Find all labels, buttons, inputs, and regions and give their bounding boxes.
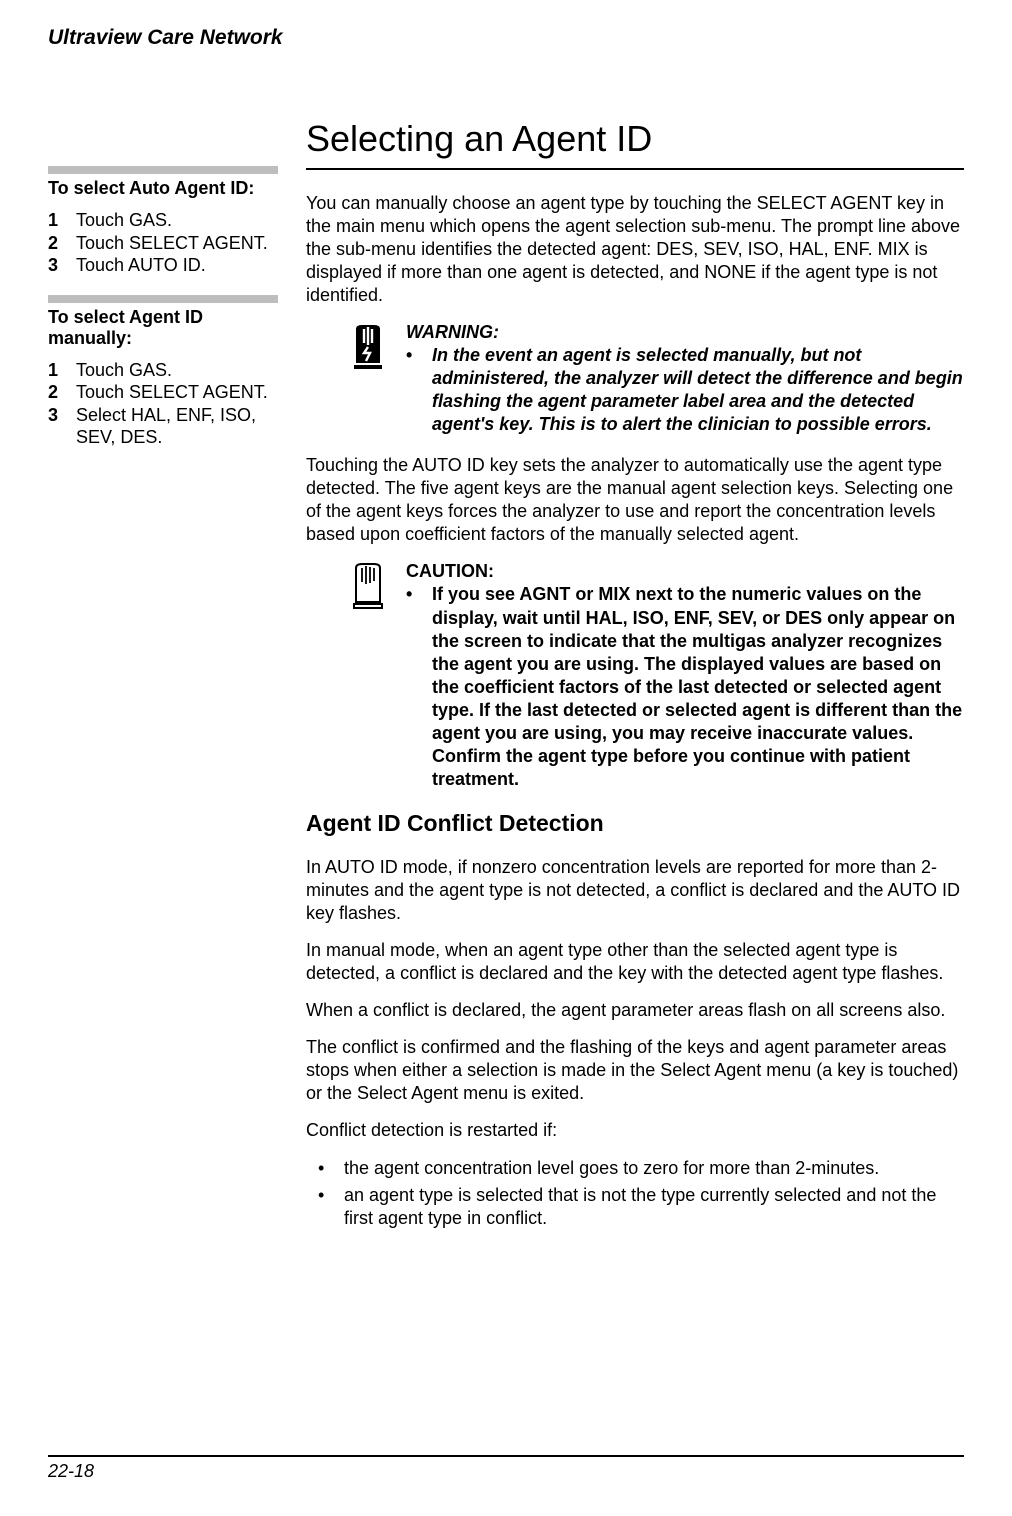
bullet-icon: • bbox=[406, 344, 432, 436]
heading-rule bbox=[306, 168, 964, 170]
sidebar-rule bbox=[48, 295, 278, 303]
sidebar-steps: 1Touch GAS. 2Touch SELECT AGENT. 3Touch … bbox=[48, 209, 278, 277]
list-item: 2Touch SELECT AGENT. bbox=[48, 232, 278, 255]
paragraph: You can manually choose an agent type by… bbox=[306, 192, 964, 307]
step-number: 2 bbox=[48, 381, 76, 404]
step-number: 3 bbox=[48, 254, 76, 277]
paragraph: In manual mode, when an agent type other… bbox=[306, 939, 964, 985]
bullet-text: an agent type is selected that is not th… bbox=[344, 1184, 964, 1230]
caution-callout: CAUTION: • If you see AGNT or MIX next t… bbox=[306, 560, 964, 790]
paragraph: When a conflict is declared, the agent p… bbox=[306, 999, 964, 1022]
warning-text: In the event an agent is selected manual… bbox=[432, 344, 964, 436]
step-number: 3 bbox=[48, 404, 76, 449]
list-item: • an agent type is selected that is not … bbox=[306, 1184, 964, 1230]
sidebar-steps: 1Touch GAS. 2Touch SELECT AGENT. 3Select… bbox=[48, 359, 278, 449]
list-item: 1Touch GAS. bbox=[48, 209, 278, 232]
bullet-icon: • bbox=[318, 1184, 344, 1230]
step-text: Touch GAS. bbox=[76, 359, 278, 382]
step-number: 1 bbox=[48, 359, 76, 382]
step-number: 2 bbox=[48, 232, 76, 255]
paragraph: The conflict is confirmed and the flashi… bbox=[306, 1036, 964, 1105]
paragraph: Conflict detection is restarted if: bbox=[306, 1119, 964, 1142]
warning-callout: WARNING: • In the event an agent is sele… bbox=[306, 321, 964, 436]
step-text: Touch SELECT AGENT. bbox=[76, 381, 278, 404]
step-number: 1 bbox=[48, 209, 76, 232]
footer-rule bbox=[48, 1455, 964, 1457]
sidebar-title: To select Auto Agent ID: bbox=[48, 178, 278, 199]
subsection-heading: Agent ID Conflict Detection bbox=[306, 809, 964, 838]
bullet-icon: • bbox=[406, 583, 432, 790]
section-heading: Selecting an Agent ID bbox=[306, 118, 964, 160]
bullet-icon: • bbox=[318, 1157, 344, 1180]
page-number: 22-18 bbox=[48, 1461, 964, 1482]
list-item: 2Touch SELECT AGENT. bbox=[48, 381, 278, 404]
step-text: Select HAL, ENF, ISO, SEV, DES. bbox=[76, 404, 278, 449]
sidebar-block-auto: To select Auto Agent ID: 1Touch GAS. 2To… bbox=[48, 166, 278, 277]
bullet-text: the agent concentration level goes to ze… bbox=[344, 1157, 879, 1180]
sidebar-title: To select Agent ID manually: bbox=[48, 307, 278, 349]
bullet-list: • the agent concentration level goes to … bbox=[306, 1157, 964, 1230]
list-item: • the agent concentration level goes to … bbox=[306, 1157, 964, 1180]
caution-icon bbox=[348, 560, 388, 790]
step-text: Touch SELECT AGENT. bbox=[76, 232, 278, 255]
step-text: Touch AUTO ID. bbox=[76, 254, 278, 277]
sidebar-rule bbox=[48, 166, 278, 174]
page-footer: 22-18 bbox=[48, 1455, 964, 1482]
list-item: 3Select HAL, ENF, ISO, SEV, DES. bbox=[48, 404, 278, 449]
paragraph: Touching the AUTO ID key sets the analyz… bbox=[306, 454, 964, 546]
warning-label: WARNING: bbox=[406, 321, 964, 344]
running-header: Ultraview Care Network bbox=[48, 26, 964, 50]
list-item: 1Touch GAS. bbox=[48, 359, 278, 382]
warning-icon bbox=[348, 321, 388, 436]
main-content: Selecting an Agent ID You can manually c… bbox=[298, 118, 964, 1244]
sidebar-block-manual: To select Agent ID manually: 1Touch GAS.… bbox=[48, 295, 278, 449]
sidebar: To select Auto Agent ID: 1Touch GAS. 2To… bbox=[48, 118, 298, 1244]
caution-text: If you see AGNT or MIX next to the numer… bbox=[432, 583, 964, 790]
step-text: Touch GAS. bbox=[76, 209, 278, 232]
paragraph: In AUTO ID mode, if nonzero concentratio… bbox=[306, 856, 964, 925]
caution-label: CAUTION: bbox=[406, 560, 964, 583]
list-item: 3Touch AUTO ID. bbox=[48, 254, 278, 277]
